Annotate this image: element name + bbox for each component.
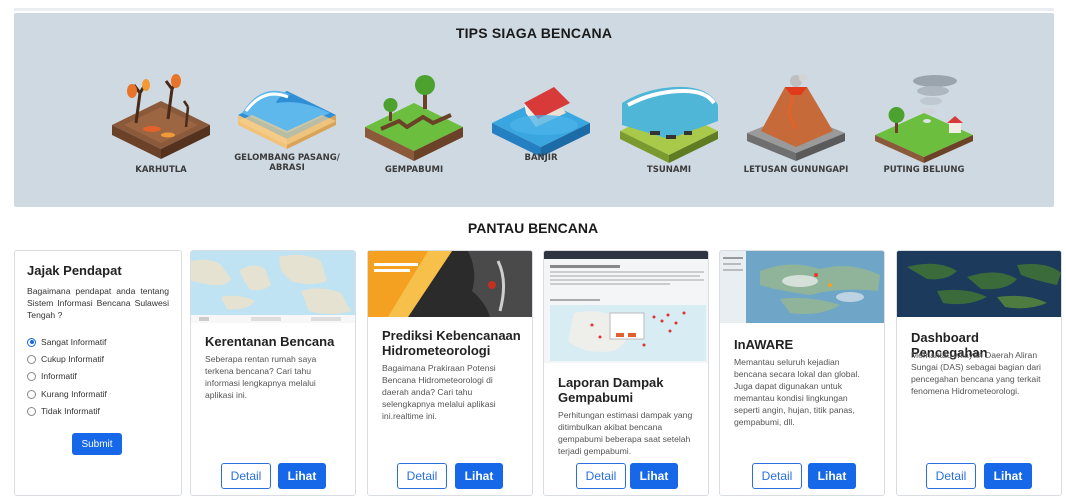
detail-button[interactable]: Detail [397,463,447,489]
flood-icon [492,87,590,157]
tip-karhutla[interactable]: KARHUTLA [106,73,216,183]
tips-section-title: TIPS SIAGA BENCANA [455,25,613,41]
tsunami-icon [620,86,718,163]
pantau-section-title: PANTAU BENCANA [467,220,599,236]
tip-label: TSUNAMI [646,165,692,175]
card-dashboard-pencegahan: Dashboard Pencegahan Memantau wilayah Da… [896,250,1062,496]
tip-letusan-gunungapi[interactable]: LETUSAN GUNUNGAPI [741,73,851,183]
tip-puting-beliung[interactable]: PUTING BELIUNG [869,73,979,183]
tip-label: PUTING BELIUNG [883,165,965,175]
card-description: Memantau wilayah Daerah Aliran Sungai (D… [911,350,1041,396]
card-description: Bagaimana Prakiraan Potensi Bencana Hidr… [382,363,496,421]
radio-icon[interactable] [27,389,36,399]
card-description: Perhitungan estimasi dampak yang ditimbu… [558,410,693,456]
poll-submit-button[interactable]: Submit [72,433,122,455]
radio-checked-icon[interactable] [27,337,36,347]
poll-option-cukup-informatif[interactable]: Cukup Informatif [27,354,104,364]
card-title: Prediksi Kebencanaan Hidrometeorologi [382,328,521,358]
card-title: InAWARE [734,337,794,352]
tip-label: GEMPABUMI [384,165,444,175]
detail-button[interactable]: Detail [576,463,626,489]
earthquake-icon [365,75,463,161]
poll-option-label: Tidak Informatif [41,406,100,416]
poll-option-sangat-informatif[interactable]: Sangat Informatif [27,337,106,347]
lihat-button[interactable]: Lihat [278,463,326,489]
tip-label: GELOMBANG PASANG/ ABRASI [234,153,340,173]
card-title: Kerentanan Bencana [205,334,335,349]
poll-option-tidak-informatif[interactable]: Tidak Informatif [27,406,100,416]
poll-option-label: Cukup Informatif [41,354,105,364]
card-title: Laporan Dampak Gempabumi [558,375,664,405]
card-image-hydromet [368,251,532,317]
lihat-button[interactable]: Lihat [984,463,1032,489]
poll-option-informatif[interactable]: Informatif [27,371,77,381]
tip-label: KARHUTLA [135,165,187,175]
tip-gelombang-pasang[interactable]: GELOMBANG PASANG/ ABRASI [232,73,342,183]
lihat-button[interactable]: Lihat [455,463,503,489]
poll-title: Jajak Pendapat [27,263,122,278]
detail-button[interactable]: Detail [221,463,271,489]
lihat-button[interactable]: Lihat [808,463,856,489]
detail-button[interactable]: Detail [752,463,802,489]
poll-option-kurang-informatif[interactable]: Kurang Informatif [27,389,107,399]
poll-card: Jajak Pendapat Bagaimana pendapat anda t… [14,250,182,496]
card-laporan-dampak-gempabumi: Laporan Dampak Gempabumi Perhitungan est… [543,250,709,496]
card-image-dashboard-map [897,251,1061,317]
tornado-icon [875,75,973,163]
wildfire-icon [112,74,210,159]
radio-icon[interactable] [27,406,36,416]
card-description: Seberapa rentan rumah saya terkena benca… [205,354,317,400]
card-description: Memantau seluruh kejadian bencana secara… [734,357,860,427]
card-image-inaware-map [720,251,884,323]
lihat-button[interactable]: Lihat [630,463,678,489]
card-prediksi-kebencanaan: Prediksi Kebencanaan Hidrometeorologi Ba… [367,250,533,496]
poll-option-label: Sangat Informatif [41,337,107,347]
card-inaware: InAWARE Memantau seluruh kejadian bencan… [719,250,885,496]
tidal-wave-icon [238,90,336,149]
poll-option-label: Kurang Informatif [41,389,107,399]
detail-button[interactable]: Detail [926,463,976,489]
tip-label: LETUSAN GUNUNGAPI [743,165,849,175]
radio-icon[interactable] [27,354,36,364]
volcano-icon [747,74,845,161]
tip-banjir[interactable]: BANJIR [486,73,596,183]
tip-tsunami[interactable]: TSUNAMI [614,73,724,183]
radio-icon[interactable] [27,371,36,381]
card-kerentanan-bencana: Kerentanan Bencana Seberapa rentan rumah… [190,250,356,496]
top-divider [14,8,1054,11]
tips-siaga-bencana-section: TIPS SIAGA BENCANA KARHUTLA GELOMBANG PA… [14,13,1054,207]
tip-label: BANJIR [524,153,558,163]
poll-option-label: Informatif [41,371,77,381]
card-image-map [191,251,355,323]
poll-description: Bagaimana pendapat anda tentang Sistem I… [27,286,169,320]
tip-gempabumi[interactable]: GEMPABUMI [359,73,469,183]
card-image-report [544,251,708,363]
